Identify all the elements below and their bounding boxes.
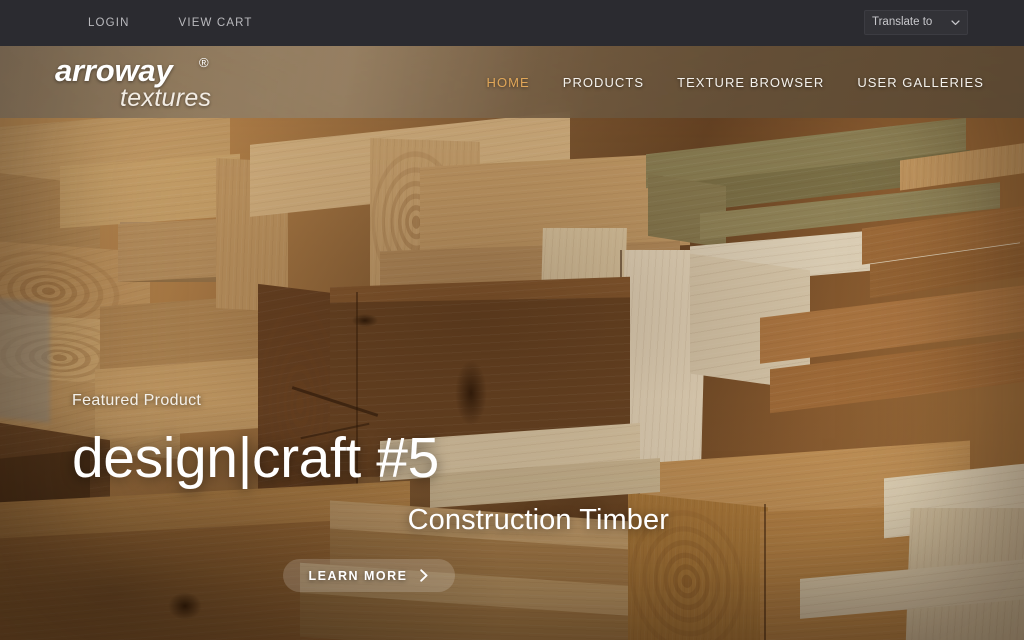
chevron-down-icon (951, 18, 960, 27)
site-logo[interactable]: arroway ® textures (55, 55, 305, 115)
chevron-right-icon (419, 569, 430, 582)
utility-bar: LOGIN VIEW CART Translate to (0, 0, 1024, 46)
hero-title: design|craft #5 (72, 426, 439, 490)
learn-more-label: LEARN MORE (308, 568, 408, 583)
nav-products[interactable]: PRODUCTS (563, 75, 644, 90)
nav-user-galleries[interactable]: USER GALLERIES (857, 75, 984, 90)
primary-navigation: HOME PRODUCTS TEXTURE BROWSER USER GALLE… (487, 46, 984, 118)
hero-copy: Featured Product design|craft #5 Constru… (72, 393, 672, 592)
registered-trademark-icon: ® (199, 55, 209, 70)
learn-more-button[interactable]: LEARN MORE (283, 559, 455, 592)
login-link[interactable]: LOGIN (88, 17, 130, 29)
translate-select-value: Translate to (872, 15, 933, 28)
nav-home[interactable]: HOME (487, 75, 530, 90)
site-header: arroway ® textures HOME PRODUCTS TEXTURE… (0, 46, 1024, 118)
hero-subtitle: Construction Timber (407, 504, 669, 536)
nav-texture-browser[interactable]: TEXTURE BROWSER (677, 75, 824, 90)
page-root: Featured Product design|craft #5 Constru… (0, 0, 1024, 640)
translate-select[interactable]: Translate to (864, 10, 968, 35)
view-cart-link[interactable]: VIEW CART (179, 17, 253, 29)
logo-subtitle: textures (120, 84, 212, 112)
logo-wordmark: arroway (55, 53, 173, 88)
utility-links: LOGIN VIEW CART (88, 0, 253, 46)
hero-cta-row: LEARN MORE (72, 559, 672, 592)
hero-eyebrow: Featured Product (72, 392, 202, 409)
